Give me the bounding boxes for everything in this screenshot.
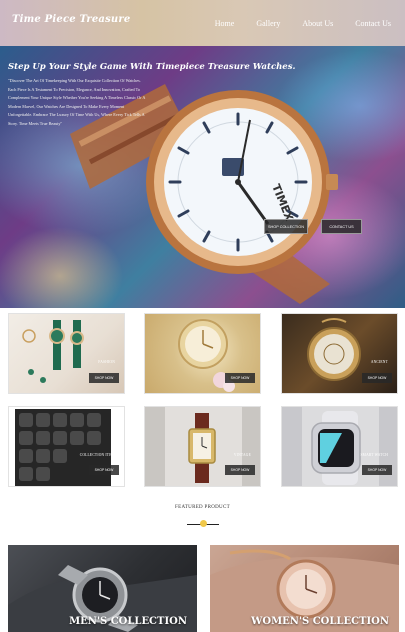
card-label-fashion: FASHION: [98, 360, 115, 364]
mens-collection-banner[interactable]: MEN'S COLLECTION: [8, 545, 197, 632]
shop-now-button[interactable]: SHOP NOW: [89, 465, 119, 475]
smart-watch-image: [282, 407, 397, 486]
card-label-collection: COLLECTION ITEM: [79, 453, 115, 457]
watch-box-image: [15, 409, 111, 486]
shop-now-button[interactable]: SHOP NOW: [89, 373, 119, 383]
main-nav: Home Gallery About Us Contact Us: [215, 19, 391, 28]
nav-contact-us[interactable]: Contact Us: [355, 19, 391, 28]
card-fashion[interactable]: FASHION SHOP NOW: [8, 313, 125, 394]
shop-collection-button[interactable]: SHOP COLLECTION: [264, 219, 308, 234]
nav-home[interactable]: Home: [215, 19, 235, 28]
hero-title: Step Up Your Style Game With Timepiece T…: [8, 62, 296, 72]
shop-now-button[interactable]: SHOP NOW: [225, 373, 255, 383]
mens-collection-label: MEN'S COLLECTION: [69, 616, 187, 627]
card-smart-watch[interactable]: SMART WATCH SHOP NOW: [281, 406, 398, 487]
contact-us-button[interactable]: CONTACT US: [321, 219, 362, 234]
card-vintage[interactable]: VINTAGE SHOP NOW: [144, 406, 261, 487]
hero-banner: TIMEX Step Up Your Style Game With Timep…: [0, 46, 405, 308]
vintage-watch-image: [145, 407, 260, 486]
brand-logo[interactable]: Time Piece Treasure: [12, 14, 130, 25]
shop-now-button[interactable]: SHOP NOW: [225, 465, 255, 475]
card-label-vintage: VINTAGE: [233, 453, 251, 457]
featured-heading: FEATURED PRODUCT: [175, 505, 230, 510]
site-header: Time Piece Treasure Home Gallery About U…: [0, 0, 405, 46]
card-label-smart-watch: SMART WATCH: [360, 453, 388, 457]
shop-now-button[interactable]: SHOP NOW: [362, 465, 392, 475]
card-luxury[interactable]: SHOP NOW: [144, 313, 261, 394]
nav-gallery[interactable]: Gallery: [256, 19, 280, 28]
card-label-ancient: ANCIENT: [370, 360, 388, 364]
card-collection[interactable]: COLLECTION ITEM SHOP NOW: [8, 406, 125, 487]
featured-accent-dot: [200, 520, 207, 527]
womens-collection-label: WOMEN'S COLLECTION: [251, 616, 389, 627]
shop-now-button[interactable]: SHOP NOW: [362, 373, 392, 383]
watch-crown: [326, 174, 338, 190]
hero-description: "Discover The Art Of Timekeeping With Ou…: [8, 78, 146, 126]
nav-about-us[interactable]: About Us: [302, 19, 333, 28]
womens-collection-banner[interactable]: WOMEN'S COLLECTION: [210, 545, 399, 632]
card-ancient[interactable]: ANCIENT SHOP NOW: [281, 313, 398, 394]
